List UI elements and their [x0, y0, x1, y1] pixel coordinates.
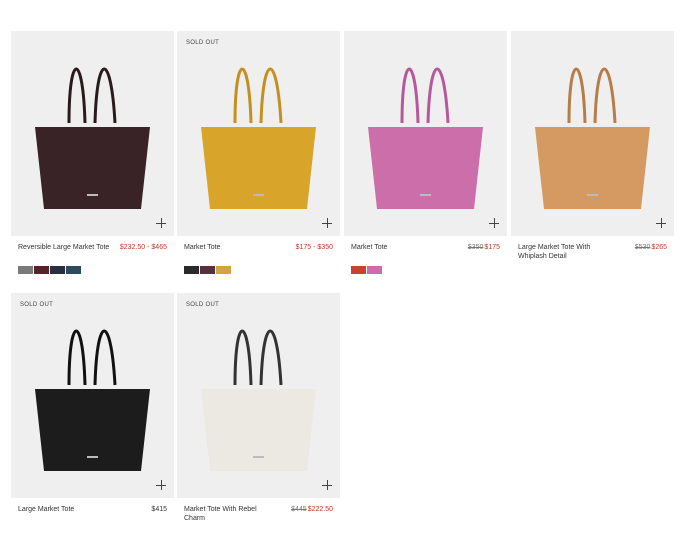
sold-out-badge: SOLD OUT: [186, 40, 220, 46]
color-swatch[interactable]: [66, 266, 81, 274]
original-price: $350: [467, 244, 484, 251]
tote-bag-illustration: [201, 329, 316, 471]
product-image[interactable]: SOLD OUT: [11, 293, 174, 498]
color-swatches: [11, 266, 174, 274]
product-card[interactable]: SOLD OUT Market Tote $175 - $350: [177, 31, 340, 274]
current-price: $175 - $350: [295, 244, 333, 251]
color-swatches: [344, 266, 507, 274]
product-price: $175 - $350: [296, 243, 333, 252]
color-swatch[interactable]: [184, 266, 199, 274]
color-swatch[interactable]: [34, 266, 49, 274]
color-swatch[interactable]: [351, 266, 366, 274]
product-card[interactable]: Market Tote $350$175: [344, 31, 507, 274]
color-swatch[interactable]: [200, 266, 215, 274]
product-price: $415: [151, 505, 167, 514]
product-info: Market Tote With Rebel Charm $445$222.50: [177, 505, 340, 523]
sold-out-badge: SOLD OUT: [20, 302, 54, 308]
current-price: $232.50 - $465: [119, 244, 167, 251]
product-image[interactable]: [511, 31, 674, 236]
product-info: Market Tote $350$175: [344, 243, 507, 252]
tote-bag-illustration: [535, 67, 650, 209]
product-name[interactable]: Large Market Tote: [18, 505, 74, 514]
original-price: $530: [634, 244, 651, 251]
sold-out-badge: SOLD OUT: [186, 302, 220, 308]
product-card[interactable]: SOLD OUT Market Tote With Rebel Charm $445…: [177, 293, 340, 523]
product-info: Market Tote $175 - $350: [177, 243, 340, 252]
current-price: $415: [151, 506, 167, 513]
product-name[interactable]: Market Tote With Rebel Charm: [184, 505, 276, 523]
product-info: Reversible Large Market Tote $232.50 - $4…: [11, 243, 174, 252]
current-price: $265: [651, 244, 667, 251]
product-image[interactable]: [344, 31, 507, 236]
tote-bag-illustration: [35, 329, 150, 471]
product-card[interactable]: SOLD OUT Large Market Tote $415: [11, 293, 174, 514]
color-swatch[interactable]: [18, 266, 33, 274]
product-name[interactable]: Market Tote: [184, 243, 220, 252]
tote-bag-illustration: [201, 67, 316, 209]
color-swatch[interactable]: [367, 266, 382, 274]
plus-icon[interactable]: [156, 218, 166, 228]
product-name[interactable]: Reversible Large Market Tote: [18, 243, 109, 252]
tote-bag-illustration: [35, 67, 150, 209]
plus-icon[interactable]: [489, 218, 499, 228]
current-price: $175: [484, 244, 500, 251]
product-price: $530$265: [635, 243, 667, 252]
product-info: Large Market Tote With Whiplash Detail $5…: [511, 243, 674, 261]
plus-icon[interactable]: [322, 218, 332, 228]
product-name[interactable]: Large Market Tote With Whiplash Detail: [518, 243, 610, 261]
plus-icon[interactable]: [322, 480, 332, 490]
current-price: $222.50: [307, 506, 333, 513]
product-price: $350$175: [468, 243, 500, 252]
plus-icon[interactable]: [656, 218, 666, 228]
plus-icon[interactable]: [156, 480, 166, 490]
original-price: $445: [291, 506, 307, 513]
product-card[interactable]: Reversible Large Market Tote $232.50 - $4…: [11, 31, 174, 274]
product-price: $445$222.50: [291, 505, 333, 514]
product-image[interactable]: SOLD OUT: [177, 31, 340, 236]
product-card[interactable]: Large Market Tote With Whiplash Detail $5…: [511, 31, 674, 261]
color-swatch[interactable]: [50, 266, 65, 274]
product-image[interactable]: SOLD OUT: [177, 293, 340, 498]
product-price: $232.50 - $465: [120, 243, 167, 252]
tote-bag-illustration: [368, 67, 483, 209]
product-name[interactable]: Market Tote: [351, 243, 387, 252]
color-swatch[interactable]: [216, 266, 231, 274]
color-swatches: [177, 266, 340, 274]
product-image[interactable]: [11, 31, 174, 236]
product-info: Large Market Tote $415: [11, 505, 174, 514]
